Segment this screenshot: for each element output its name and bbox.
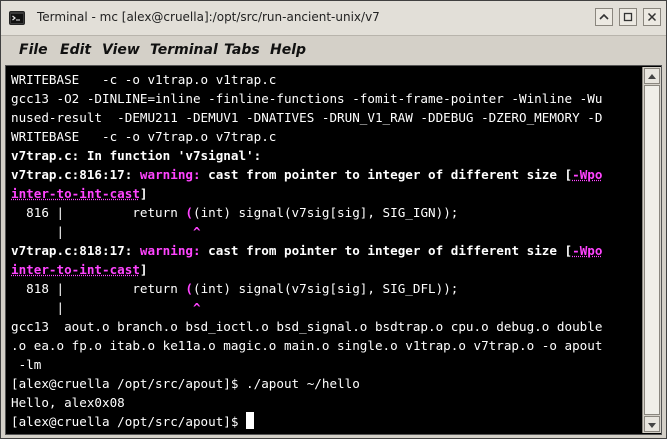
caret-prefix: | — [11, 224, 193, 239]
source-highlight: ( — [185, 281, 193, 296]
menu-help[interactable]: Help — [270, 42, 306, 58]
terminal-icon[interactable] — [9, 10, 25, 26]
shade-button[interactable] — [595, 8, 613, 26]
terminal-line: gcc13 -O2 -DINLINE=inline -finline-funct… — [11, 91, 603, 106]
close-button[interactable] — [643, 8, 661, 26]
terminal-line: WRITEBASE -c -o v1trap.o v1trap.c — [11, 72, 277, 87]
warning-line: inter-to-int-cast] — [11, 184, 148, 203]
warning-label: warning: — [139, 167, 201, 182]
warning-message: cast from pointer to integer of differen… — [200, 243, 573, 258]
warning-location: v7trap.c:818:17: — [11, 243, 140, 258]
source-line: 816 | return ((int) signal(v7sig[sig], S… — [11, 203, 458, 222]
warning-label: warning: — [139, 243, 201, 258]
menu-bar: File Edit View Terminal Tabs Help — [1, 36, 666, 65]
caret-prefix: | — [11, 300, 193, 315]
warning-message: cast from pointer to integer of differen… — [200, 167, 573, 182]
terminal-line: [alex@cruella /opt/src/apout]$ ./apout ~… — [11, 376, 360, 391]
caret-line: | ^ — [11, 298, 201, 317]
source-rest: (int) signal(v7sig[sig], SIG_DFL)); — [192, 281, 459, 296]
terminal-frame: WRITEBASE -c -o v1trap.o v1trap.c gcc13 … — [5, 65, 662, 435]
source-prefix: 818 | return — [11, 281, 186, 296]
warning-line: v7trap.c:816:17: warning: cast from poin… — [11, 165, 602, 184]
menu-tabs[interactable]: Tabs — [224, 42, 260, 58]
warning-flag-link[interactable]: -Wpo — [572, 167, 602, 182]
source-prefix: 816 | return — [11, 205, 186, 220]
menu-edit[interactable]: Edit — [60, 42, 91, 58]
maximize-button[interactable] — [619, 8, 637, 26]
chevron-up-icon — [599, 13, 609, 20]
scroll-down-button[interactable] — [644, 416, 660, 432]
warning-line: v7trap.c:818:17: warning: cast from poin… — [11, 241, 602, 260]
source-line: 818 | return ((int) signal(v7sig[sig], S… — [11, 279, 458, 298]
warning-flag-link[interactable]: -Wpo — [572, 243, 602, 258]
text-cursor — [246, 412, 255, 429]
warning-bracket: ] — [139, 186, 148, 201]
warning-bracket: ] — [139, 262, 148, 277]
terminal-line: Hello, alex0x08 — [11, 395, 125, 410]
warning-flag-link[interactable]: inter-to-int-cast — [11, 262, 140, 277]
terminal-line: WRITEBASE -c -o v7trap.o v7trap.c — [11, 129, 277, 144]
menu-file[interactable]: File — [19, 42, 48, 58]
window-title: Terminal - mc [alex@cruella]:/opt/src/ru… — [37, 10, 380, 24]
vertical-scrollbar[interactable] — [642, 67, 661, 433]
prompt-line[interactable]: [alex@cruella /opt/src/apout]$ — [11, 412, 255, 431]
warning-line: inter-to-int-cast] — [11, 260, 148, 279]
warning-flag-link[interactable]: inter-to-int-cast — [11, 186, 140, 201]
caret-marker: ^ — [192, 300, 201, 315]
arrow-down-icon — [648, 423, 656, 428]
terminal-line: .o ea.o fp.o itab.o ke11a.o magic.o main… — [11, 338, 603, 353]
terminal-line: v7trap.c: In function 'v7signal': — [11, 148, 262, 163]
warning-location: v7trap.c:816:17: — [11, 167, 140, 182]
maximize-icon — [623, 12, 633, 22]
title-bar[interactable]: Terminal - mc [alex@cruella]:/opt/src/ru… — [1, 1, 666, 36]
terminal-line: nused-result -DEMU211 -DEMUV1 -DNATIVES … — [11, 110, 603, 125]
caret-marker: ^ — [192, 224, 201, 239]
arrow-up-icon — [648, 74, 656, 79]
source-highlight: ( — [185, 205, 193, 220]
terminal-line: -lm — [11, 357, 42, 372]
menu-terminal[interactable]: Terminal — [150, 42, 218, 58]
menu-view[interactable]: View — [102, 42, 140, 58]
terminal-line: gcc13 aout.o branch.o bsd_ioctl.o bsd_si… — [11, 319, 603, 334]
source-rest: (int) signal(v7sig[sig], SIG_IGN)); — [192, 205, 459, 220]
caret-line: | ^ — [11, 222, 201, 241]
close-icon — [647, 12, 657, 22]
shell-prompt: [alex@cruella /opt/src/apout]$ — [11, 414, 247, 429]
scroll-up-button[interactable] — [644, 68, 660, 84]
terminal-window: Terminal - mc [alex@cruella]:/opt/src/ru… — [0, 0, 667, 439]
terminal-output[interactable]: WRITEBASE -c -o v1trap.o v1trap.c gcc13 … — [7, 68, 642, 432]
scrollbar-thumb[interactable] — [644, 85, 660, 415]
